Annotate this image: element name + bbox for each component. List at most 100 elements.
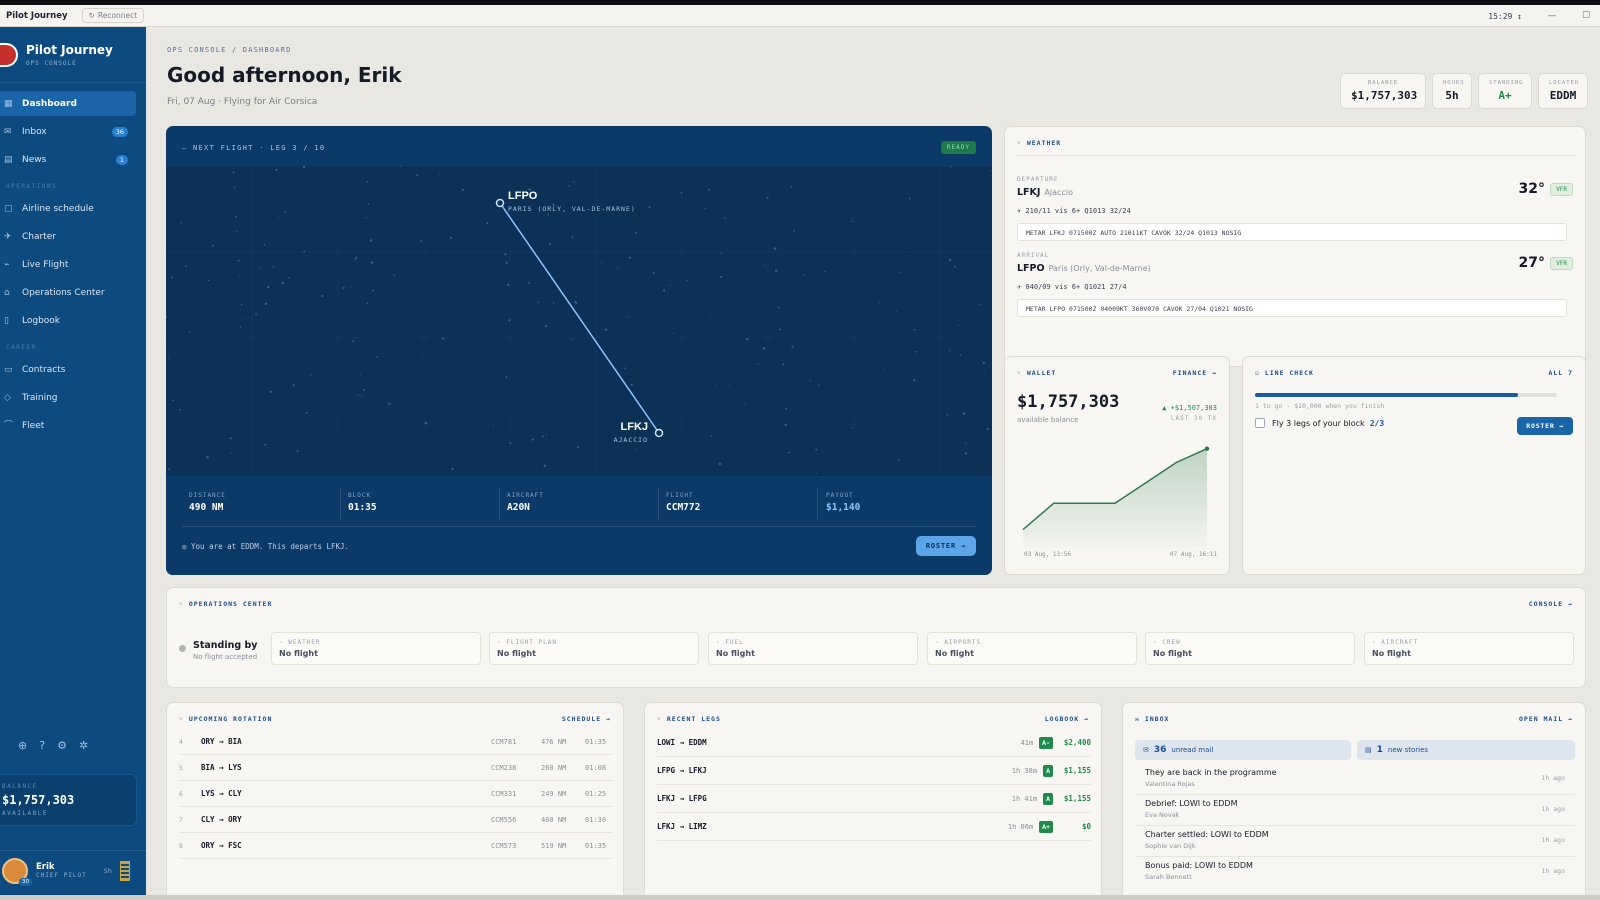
main-content: OPS CONSOLE / DASHBOARD Good afternoon, …: [146, 27, 1600, 900]
list-item[interactable]: LFKJ → LIMZ 1h 06m A+ $0: [657, 813, 1091, 841]
list-item[interactable]: LOWI → EDDM 41m A- $2,400: [657, 729, 1091, 757]
line-check-roster-button[interactable]: ROSTER →: [1517, 417, 1573, 435]
departure-label: DEPARTURE: [1017, 175, 1059, 183]
ops-box-aircraft[interactable]: ◦ AIRCRAFT No flight: [1364, 632, 1574, 665]
unread-mail-pill[interactable]: ✉ 36 unread mail: [1135, 740, 1351, 760]
map-speckle: [601, 263, 603, 265]
logo-icon: [0, 42, 18, 67]
task-count: 2/3: [1369, 418, 1385, 428]
map-speckle: [686, 280, 688, 282]
leg-pay: $2,400: [1063, 738, 1091, 747]
line-check-task[interactable]: Fly 3 legs of your block 2/3: [1255, 418, 1384, 428]
minimize-button[interactable]: —: [1538, 11, 1566, 21]
sidebar-item-news[interactable]: ▤ News 1: [0, 147, 136, 172]
ops-box-value: No flight: [1372, 649, 1411, 658]
sidebar-item-dashboard[interactable]: ▦ Dashboard: [0, 91, 136, 116]
sidebar-item-airline-schedule[interactable]: ▢ Airline schedule: [0, 196, 136, 221]
ops-box-crew[interactable]: ◦ CREW No flight: [1145, 632, 1355, 665]
reconnect-button[interactable]: ↻ Reconnect: [81, 8, 145, 23]
sidebar-item-live-flight[interactable]: ⌁ Live Flight: [0, 252, 136, 277]
map-speckle: [744, 402, 746, 404]
map-speckle: [851, 217, 853, 219]
globe-icon[interactable]: ⊕: [18, 739, 27, 752]
tower-icon: ⌂: [4, 287, 10, 298]
table-row[interactable]: 6 LYS → CLY CCM331 249 NM 01:25: [179, 781, 613, 807]
console-link[interactable]: CONSOLE →: [1529, 600, 1573, 608]
grade-badge: A+: [1039, 820, 1053, 833]
table-row[interactable]: 4 ORY → BIA CCM781 476 NM 01:35: [179, 729, 613, 755]
leg-duration: 1h 38m: [1011, 766, 1038, 775]
status-dot: [179, 645, 186, 652]
maximize-button[interactable]: ☐: [1572, 11, 1600, 21]
ops-box-flight-plan[interactable]: ◦ FLIGHT PLAN No flight: [489, 632, 699, 665]
user-profile[interactable]: 30 Erik CHIEF PILOT 5h: [0, 850, 146, 890]
row-block: 01:30: [585, 815, 607, 824]
mail-sender: Sophie van Dijk: [1145, 842, 1196, 850]
list-item[interactable]: LFKJ → LFPG 1h 41m A $1,155: [657, 785, 1091, 813]
map-speckle: [636, 448, 638, 450]
open-mail-link[interactable]: OPEN MAIL →: [1519, 715, 1573, 723]
ops-box-label-text: AIRPORTS: [944, 639, 982, 646]
map-speckle: [548, 242, 552, 246]
ops-box-label: ◦ CREW: [1153, 639, 1181, 646]
divider: [658, 488, 659, 520]
sidebar-item-operations-center[interactable]: ⌂ Operations Center: [0, 280, 136, 305]
new-stories-pill[interactable]: ▤ 1 new stories: [1357, 740, 1575, 760]
roster-button[interactable]: ROSTER →: [915, 536, 976, 556]
sidebar-item-logbook[interactable]: ▯ Logbook: [0, 308, 136, 333]
level-badge: 30: [19, 877, 32, 886]
map-speckle: [784, 423, 787, 426]
map-speckle: [948, 258, 952, 262]
map-speckle: [212, 244, 214, 247]
bug-icon[interactable]: ✲: [79, 739, 88, 752]
sidebar-item-training[interactable]: ◇ Training: [0, 385, 136, 410]
row-distance: 249 NM: [541, 789, 567, 798]
hangar-icon: ⌒: [4, 420, 14, 431]
schedule-link[interactable]: SCHEDULE →: [562, 715, 611, 723]
map-speckle: [652, 272, 655, 274]
ops-box-airports[interactable]: ◦ AIRPORTS No flight: [927, 632, 1137, 665]
ops-status: Standing by No flight accepted: [179, 640, 257, 661]
map-speckle: [241, 318, 244, 320]
map-speckle: [543, 464, 546, 468]
mail-item[interactable]: Charter settled: LOWI to EDDM Sophie van …: [1135, 826, 1575, 857]
map-speckle: [803, 274, 806, 276]
map-speckle: [236, 230, 238, 232]
list-item[interactable]: LFPG → LFKJ 1h 38m A $1,155: [657, 757, 1091, 785]
stat-value: $1,757,303: [1351, 89, 1418, 102]
map-speckle: [766, 197, 769, 199]
sidebar-item-charter[interactable]: ✈ Charter: [0, 224, 136, 249]
map-speckle: [979, 303, 981, 305]
stories-label: new stories: [1387, 746, 1429, 754]
map-speckle: [628, 256, 631, 259]
table-row[interactable]: 8 ORY → FSC CCM573 519 NM 01:35: [179, 833, 613, 859]
mail-time: 1h ago: [1541, 836, 1565, 844]
chart-x-start: 03 Aug, 13:56: [1024, 551, 1071, 558]
mail-item[interactable]: Bonus paid: LOWI to EDDM Sarah Bennett 1h …: [1135, 857, 1575, 888]
mail-item[interactable]: Debrief: LOWI to EDDM Eva Novak 1h ago: [1135, 795, 1575, 826]
line-check-all-link[interactable]: ALL 7: [1548, 369, 1573, 377]
location-note: ◎ You are at EDDM. This departs LFKJ.: [182, 542, 349, 551]
map-speckle: [166, 316, 167, 318]
sidebar-item-contracts[interactable]: ▭ Contracts: [0, 357, 136, 382]
arrival-airport: LFPO Paris (Orly, Val-de-Marne): [1017, 263, 1151, 274]
route-map[interactable]: LFPO PARIS (ORLY, VAL-DE-MARNE) LFKJ AJA…: [166, 165, 992, 476]
sidebar-item-fleet[interactable]: ⌒ Fleet: [0, 413, 136, 438]
gear-icon[interactable]: ⚙: [57, 739, 67, 752]
mail-item[interactable]: They are back in the programme Valentina …: [1135, 764, 1575, 795]
pin-icon: ◎: [182, 542, 192, 551]
sidebar-item-inbox[interactable]: ✉ Inbox 36: [0, 119, 136, 144]
table-row[interactable]: 7 CLY → ORY CCM556 460 NM 01:30: [179, 807, 613, 833]
help-icon[interactable]: ?: [39, 739, 45, 752]
wallet-heading-text: WALLET: [1026, 369, 1057, 377]
ops-box-weather[interactable]: ◦ WEATHER No flight: [271, 632, 481, 665]
ops-box-label-text: WEATHER: [288, 639, 321, 646]
finance-link[interactable]: FINANCE →: [1173, 369, 1217, 377]
detail-value: CCM772: [666, 502, 701, 513]
chart-area: [1023, 448, 1207, 547]
logbook-link[interactable]: LOGBOOK →: [1045, 715, 1089, 723]
ops-box-fuel[interactable]: ◦ FUEL No flight: [708, 632, 918, 665]
checkbox[interactable]: [1255, 418, 1265, 428]
table-row[interactable]: 5 BIA → LYS CCM238 260 NM 01:08: [179, 755, 613, 781]
brand[interactable]: Pilot Journey OPS CONSOLE: [0, 27, 146, 83]
